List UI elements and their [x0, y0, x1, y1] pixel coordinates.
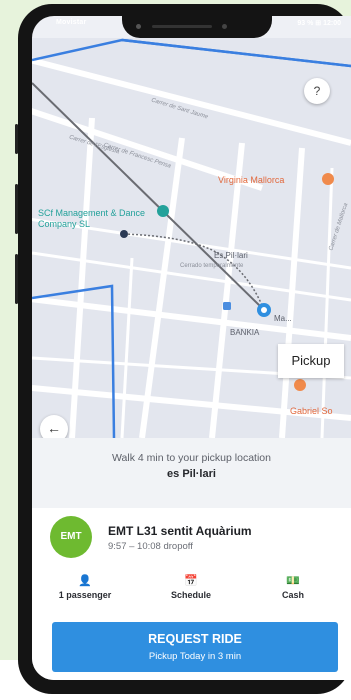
route-time: 9:57 – 10:08 dropoff [108, 541, 193, 552]
payment-label: Cash [281, 590, 304, 600]
schedule-label: Schedule [170, 590, 211, 600]
speaker-grille [152, 25, 212, 28]
poi-virginia-label: Virginia Mallorca [218, 175, 285, 185]
payment-option[interactable]: 💵 Cash [248, 574, 338, 600]
volume-button [15, 124, 18, 154]
poi-gabriel-label: Gabriel So [290, 406, 333, 416]
cash-icon: 💵 [286, 575, 300, 587]
place-name-label: Es Pil·lari [214, 251, 248, 260]
power-button [15, 254, 18, 304]
request-ride-label: REQUEST RIDE [148, 632, 242, 646]
poi-scf-label: SCf Management & Dance Company SL [38, 208, 146, 229]
help-icon: ? [313, 84, 321, 98]
walk-info-panel: Walk 4 min to your pickup location es Pi… [32, 438, 351, 508]
phone-screen: Carrer de Sant Jaume Carrer de l'Esglési… [32, 16, 351, 680]
bankia-label: BANKIA [230, 328, 260, 337]
carrier-label: Movistar [56, 19, 87, 26]
request-ride-sublabel: Pickup Today in 3 min [148, 651, 242, 662]
place-status-label: Cerrado temporalmente [180, 263, 244, 269]
volume-down-button [15, 184, 18, 234]
passenger-label: 1 passenger [58, 590, 112, 600]
emt-logo: EMT [50, 516, 92, 558]
map-view[interactable]: Carrer de Sant Jaume Carrer de l'Esglési… [32, 38, 351, 443]
person-add-icon: 👤 [78, 575, 92, 587]
battery-status: 93 % ⊞ 12:00 [297, 20, 341, 27]
ride-sheet: EMT EMT L31 sentit Aquàrium 9:57 – 10:08… [32, 508, 351, 680]
sensor-icon [222, 24, 227, 29]
walk-instructions: Walk 4 min to your pickup location [112, 452, 271, 464]
map-canvas [32, 38, 351, 438]
calendar-icon: 📅 [184, 575, 198, 587]
passenger-option[interactable]: 👤 1 passenger [40, 574, 130, 600]
phone-notch [122, 16, 272, 38]
schedule-option[interactable]: 📅 Schedule [146, 574, 236, 600]
street-partial-label: Ma... [274, 314, 292, 323]
arrow-left-icon: ← [47, 420, 61, 436]
route-title: EMT L31 sentit Aquàrium [108, 524, 252, 538]
help-button[interactable]: ? [304, 78, 330, 104]
request-ride-button[interactable]: REQUEST RIDE Pickup Today in 3 min [52, 622, 338, 672]
pickup-location-name: es Pil·lari [167, 468, 216, 480]
pickup-tooltip: Pickup [278, 344, 344, 378]
camera-icon [136, 24, 141, 29]
